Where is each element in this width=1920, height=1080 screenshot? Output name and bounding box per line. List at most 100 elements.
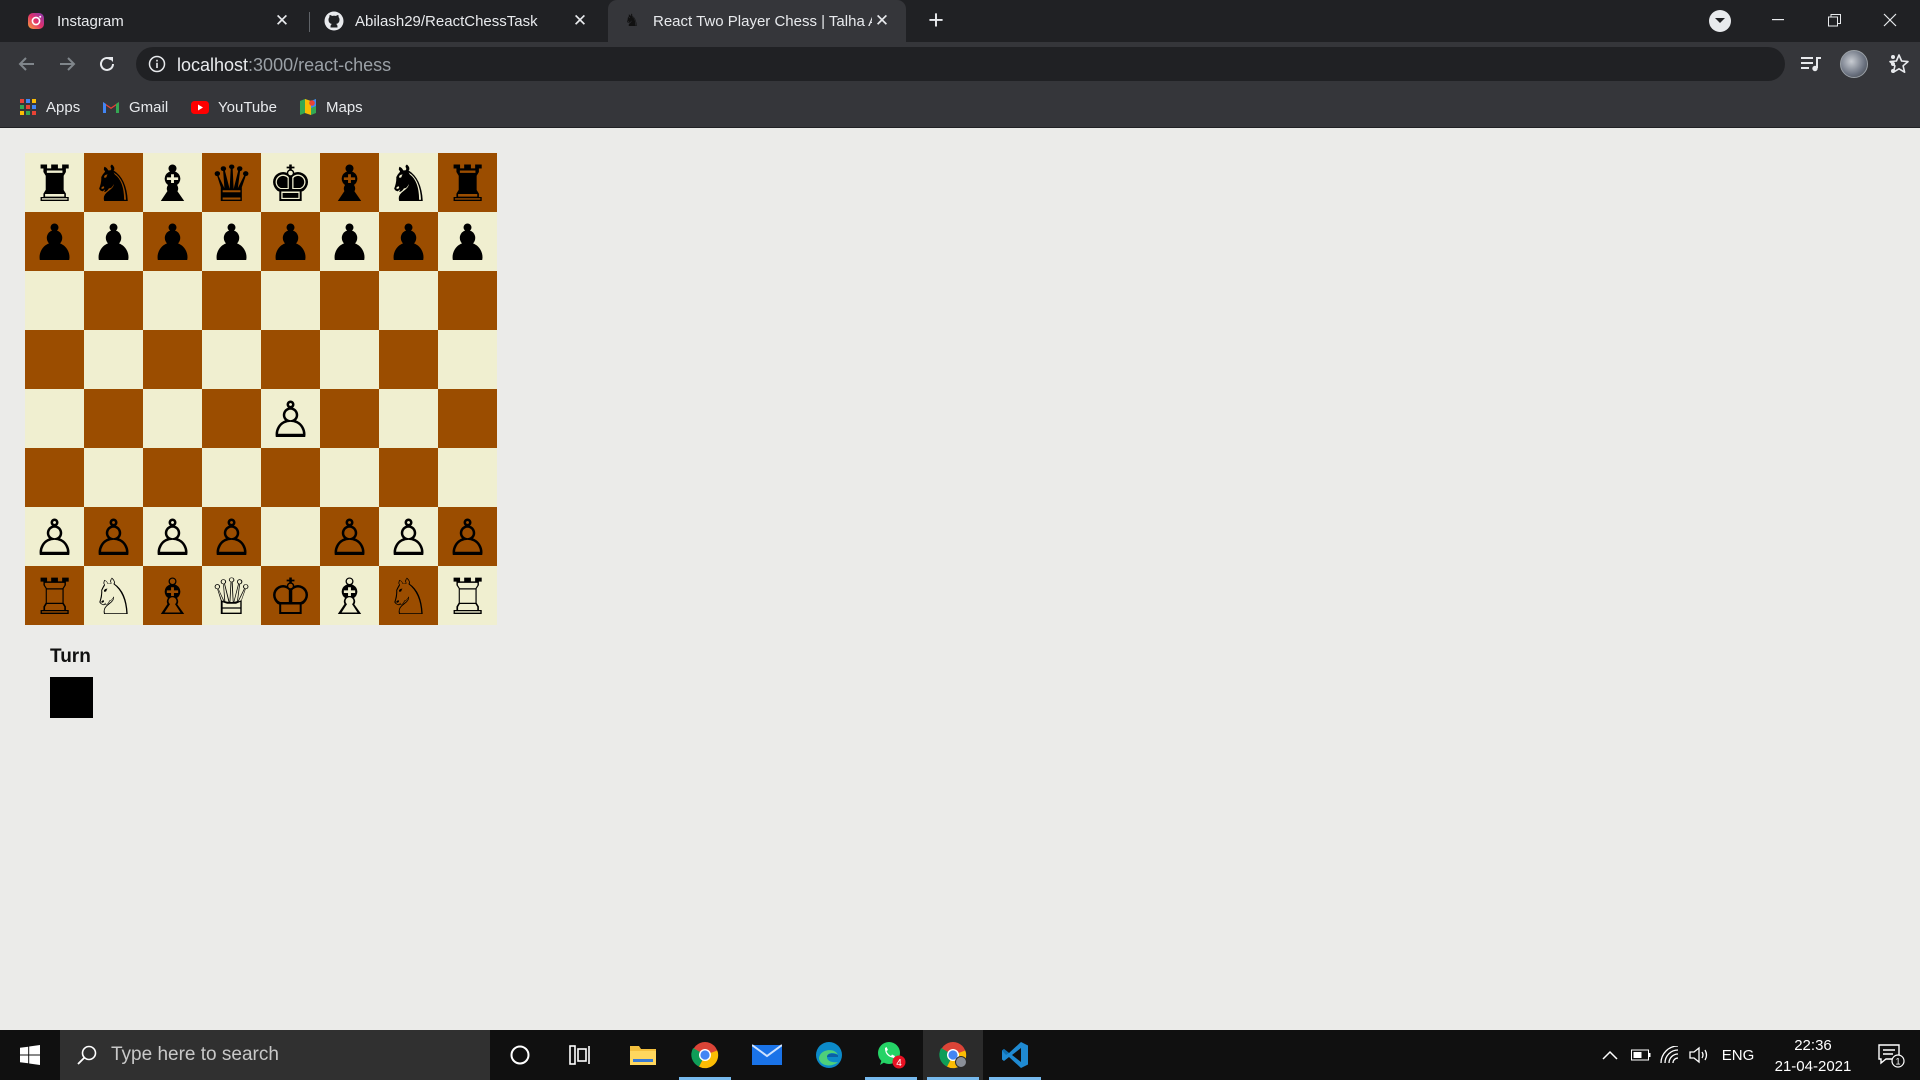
square-g8[interactable]: ♞ [379,153,438,212]
square-e6[interactable] [261,271,320,330]
square-b5[interactable] [84,330,143,389]
tab-github[interactable]: Abilash29/ReactChessTask ✕ [308,0,604,42]
tab-instagram[interactable]: Instagram ✕ [0,0,306,42]
white-pawn[interactable]: ♙ [445,513,490,563]
file-explorer-icon[interactable] [613,1030,673,1080]
black-rook[interactable]: ♜ [32,159,77,209]
square-d2[interactable]: ♙ [202,507,261,566]
square-e1[interactable]: ♔ [261,566,320,625]
vscode-icon[interactable] [985,1030,1045,1080]
square-d3[interactable] [202,448,261,507]
square-f5[interactable] [320,330,379,389]
square-b2[interactable]: ♙ [84,507,143,566]
new-tab-button[interactable]: + [922,5,950,35]
restore-button[interactable] [1806,0,1862,40]
square-h5[interactable] [438,330,497,389]
black-pawn[interactable]: ♟ [209,218,254,268]
square-e8[interactable]: ♚ [261,153,320,212]
square-f6[interactable] [320,271,379,330]
black-pawn[interactable]: ♟ [327,218,372,268]
square-f4[interactable] [320,389,379,448]
square-d7[interactable]: ♟ [202,212,261,271]
black-queen[interactable]: ♛ [209,159,254,209]
white-rook[interactable]: ♖ [445,572,490,622]
white-pawn[interactable]: ♙ [386,513,431,563]
square-d8[interactable]: ♛ [202,153,261,212]
volume-icon[interactable] [1687,1030,1713,1080]
white-pawn[interactable]: ♙ [32,513,77,563]
wifi-icon[interactable] [1657,1030,1683,1080]
square-d5[interactable] [202,330,261,389]
battery-icon[interactable] [1628,1030,1654,1080]
square-g5[interactable] [379,330,438,389]
mail-icon[interactable] [737,1030,797,1080]
white-pawn[interactable]: ♙ [268,395,313,445]
square-f1[interactable]: ♗ [320,566,379,625]
square-g3[interactable] [379,448,438,507]
square-g6[interactable] [379,271,438,330]
close-tab-icon[interactable]: ✕ [872,11,892,31]
system-clock[interactable]: 22:36 21-04-2021 [1763,1035,1863,1077]
reload-button[interactable] [93,50,121,78]
square-a2[interactable]: ♙ [25,507,84,566]
square-e3[interactable] [261,448,320,507]
white-bishop[interactable]: ♗ [150,572,195,622]
square-h4[interactable] [438,389,497,448]
square-h8[interactable]: ♜ [438,153,497,212]
square-e2[interactable] [261,507,320,566]
bookmark-apps[interactable]: Apps [19,96,80,118]
media-control-button[interactable] [1797,50,1825,78]
square-c3[interactable] [143,448,202,507]
black-pawn[interactable]: ♟ [32,218,77,268]
browser-menu-button[interactable] [1879,50,1907,78]
square-f2[interactable]: ♙ [320,507,379,566]
black-pawn[interactable]: ♟ [150,218,195,268]
square-f8[interactable]: ♝ [320,153,379,212]
url-text[interactable]: localhost:3000/react-chess [177,55,391,76]
address-bar[interactable]: localhost:3000/react-chess [136,47,1909,81]
whatsapp-icon[interactable]: 4 [861,1030,921,1080]
black-knight[interactable]: ♞ [386,159,431,209]
square-b8[interactable]: ♞ [84,153,143,212]
taskbar-search-box[interactable]: Type here to search [60,1030,490,1080]
black-king[interactable]: ♚ [268,159,313,209]
tab-search-button[interactable] [1709,10,1731,32]
chrome-profile-icon[interactable] [923,1030,983,1080]
square-b1[interactable]: ♘ [84,566,143,625]
square-h2[interactable]: ♙ [438,507,497,566]
edge-icon[interactable] [799,1030,859,1080]
square-b7[interactable]: ♟ [84,212,143,271]
notification-center-button[interactable]: 1 [1866,1030,1916,1080]
square-e7[interactable]: ♟ [261,212,320,271]
white-bishop[interactable]: ♗ [327,572,372,622]
close-tab-icon[interactable]: ✕ [570,11,590,31]
square-c7[interactable]: ♟ [143,212,202,271]
close-tab-icon[interactable]: ✕ [272,11,292,31]
bookmark-maps[interactable]: Maps [299,96,363,118]
square-g4[interactable] [379,389,438,448]
white-knight[interactable]: ♘ [386,572,431,622]
square-b4[interactable] [84,389,143,448]
bookmark-gmail[interactable]: Gmail [102,96,168,118]
white-queen[interactable]: ♕ [209,572,254,622]
white-king[interactable]: ♔ [268,572,313,622]
square-h7[interactable]: ♟ [438,212,497,271]
site-info-icon[interactable] [148,55,166,73]
square-b6[interactable] [84,271,143,330]
square-h6[interactable] [438,271,497,330]
square-c4[interactable] [143,389,202,448]
minimize-button[interactable] [1750,0,1806,40]
square-c5[interactable] [143,330,202,389]
black-pawn[interactable]: ♟ [268,218,313,268]
square-c1[interactable]: ♗ [143,566,202,625]
square-d1[interactable]: ♕ [202,566,261,625]
square-f3[interactable] [320,448,379,507]
white-pawn[interactable]: ♙ [91,513,136,563]
square-a3[interactable] [25,448,84,507]
square-g1[interactable]: ♘ [379,566,438,625]
square-h1[interactable]: ♖ [438,566,497,625]
square-h3[interactable] [438,448,497,507]
square-a5[interactable] [25,330,84,389]
profile-avatar[interactable] [1840,50,1868,78]
square-a7[interactable]: ♟ [25,212,84,271]
